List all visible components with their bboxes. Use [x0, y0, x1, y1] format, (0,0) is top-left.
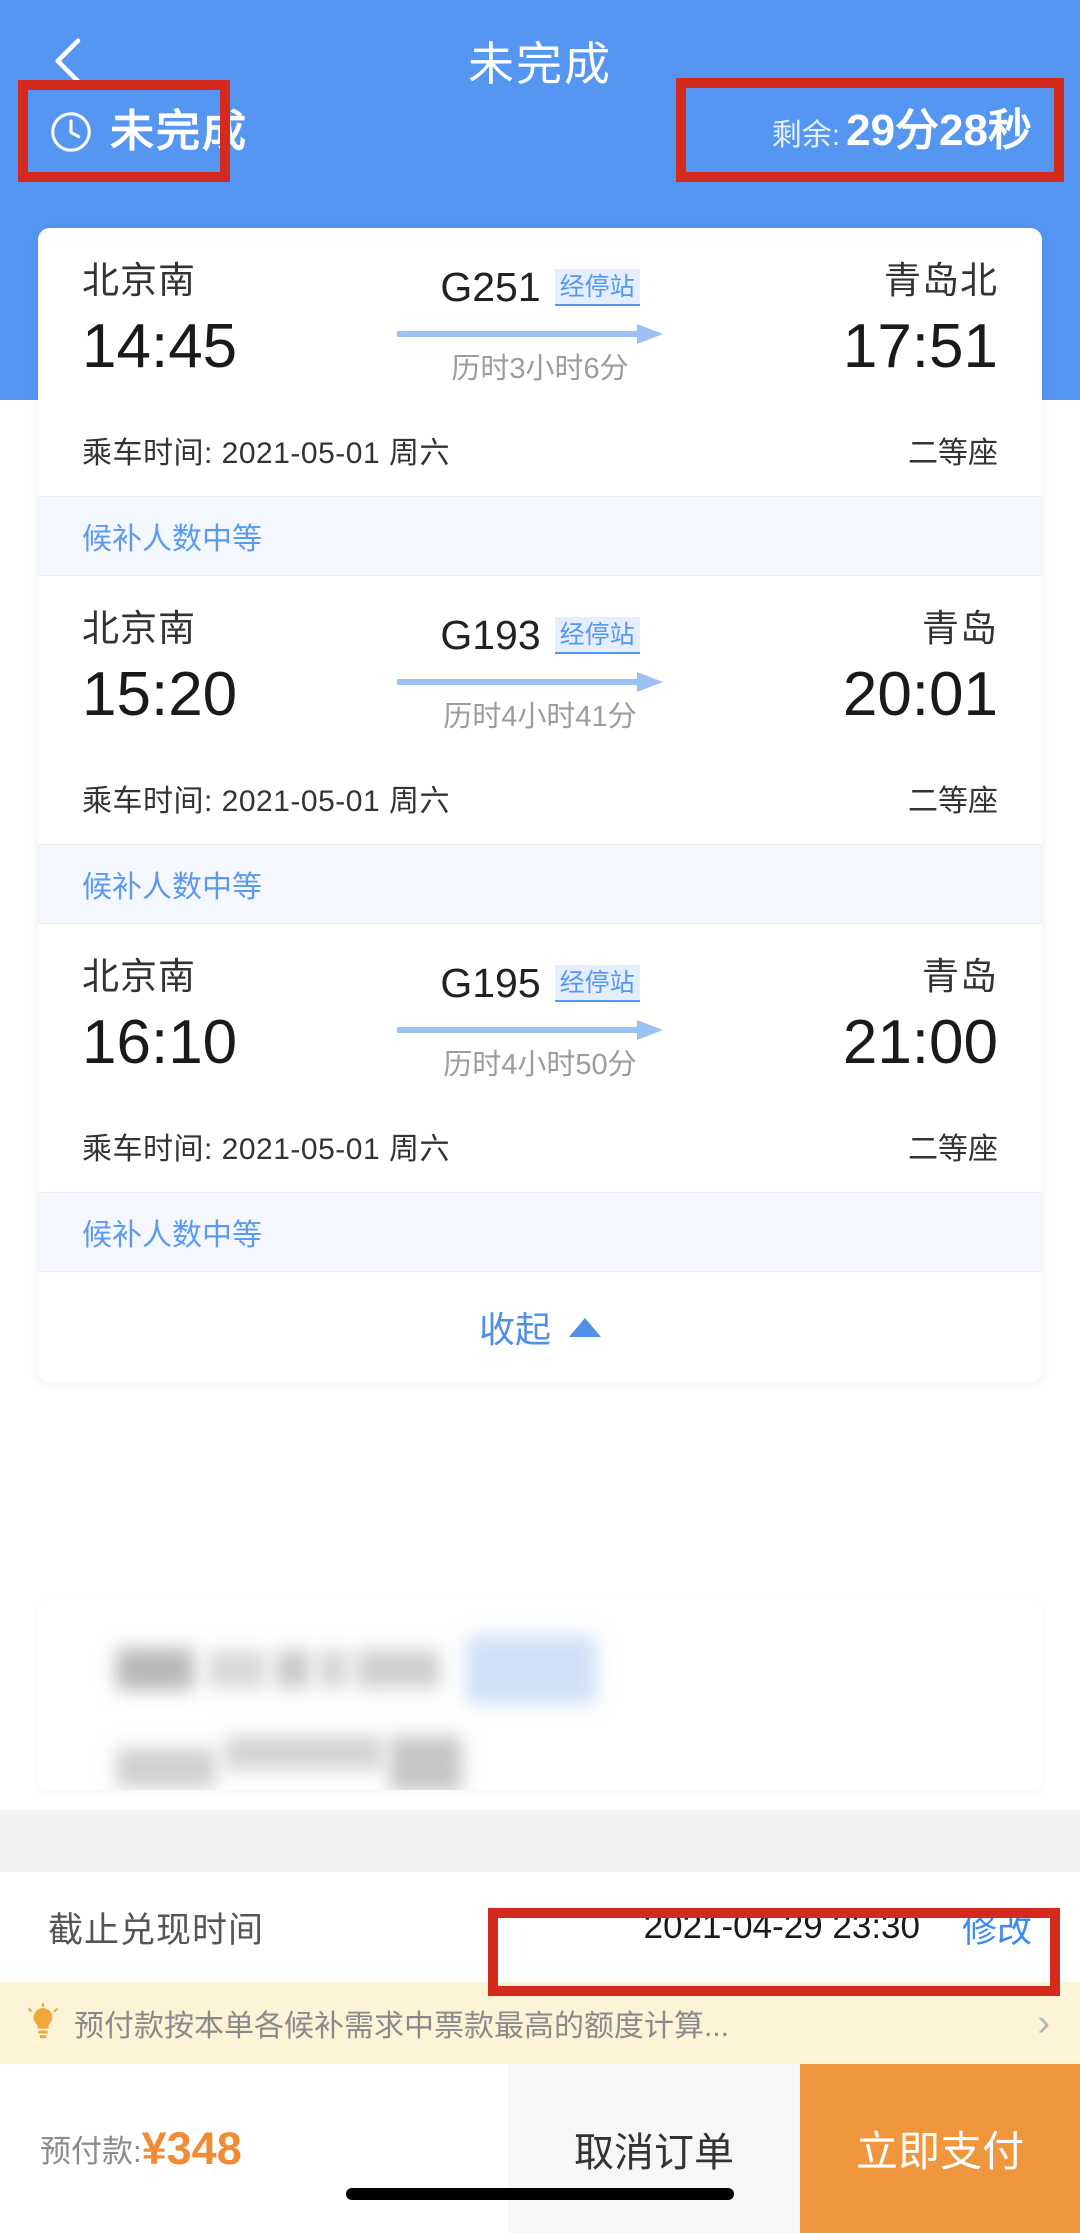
seat-class: 二等座	[908, 437, 998, 470]
duration-label: 历时4小时41分	[443, 701, 637, 733]
waitlist-label: 候补人数中等	[82, 1219, 262, 1252]
to-station: 青岛	[922, 608, 998, 649]
train-code: G251	[440, 264, 541, 310]
journey-info: G251 经停站 历时3小时6分	[375, 258, 705, 388]
caret-up-icon	[569, 1317, 601, 1337]
collapse-button[interactable]: 收起	[38, 1272, 1042, 1382]
arrive-time: 20:01	[842, 660, 998, 729]
section-divider	[0, 1810, 1080, 1872]
arrive-time: 21:00	[842, 1008, 998, 1077]
departure-info: 北京南 16:10	[82, 954, 352, 1080]
seat-class: 二等座	[908, 785, 998, 818]
arrival-info: 青岛 21:00	[728, 954, 998, 1080]
prepayment-amount: ¥348	[141, 2122, 242, 2174]
direction-arrow-icon	[375, 672, 705, 692]
remaining-time: 剩余: 29分28秒	[772, 106, 1032, 161]
departure-info: 北京南 15:20	[82, 606, 352, 732]
waitlist-band: 候补人数中等	[38, 1192, 1042, 1272]
redacted-badge-block	[466, 1636, 596, 1704]
chevron-right-icon[interactable]: ›	[1037, 2004, 1050, 2042]
train-row[interactable]: 北京南 16:10 G195 经停站 历时4小时50分 青岛 21:00 乘车时…	[38, 924, 1042, 1272]
waitlist-band: 候补人数中等	[38, 844, 1042, 924]
departure-info: 北京南 14:45	[82, 258, 352, 384]
depart-time: 15:20	[82, 660, 238, 729]
waitlist-label: 候补人数中等	[82, 523, 262, 556]
remaining-time-value: 29分28秒	[846, 106, 1032, 155]
deadline-row: 截止兑现时间 2021-04-29 23:30 修改	[0, 1872, 1080, 1982]
deadline-right-group: 2021-04-29 23:30 修改	[644, 1902, 1032, 1953]
journey-info: G195 经停站 历时4小时50分	[375, 954, 705, 1084]
prepayment-tip-bar[interactable]: 预付款按本单各候补需求中票款最高的额度计算... ›	[0, 1982, 1080, 2064]
seat-class: 二等座	[908, 1133, 998, 1166]
train-code-row: G195 经停站	[375, 958, 705, 1008]
redacted-text-block	[116, 1748, 216, 1788]
cancel-order-button[interactable]: 取消订单	[508, 2064, 800, 2233]
pay-now-button[interactable]: 立即支付	[800, 2064, 1080, 2233]
train-code: G195	[440, 960, 541, 1006]
travel-date: 乘车时间: 2021-05-01 周六	[82, 437, 450, 470]
train-meta: 乘车时间: 2021-05-01 周六 二等座	[38, 752, 1042, 844]
direction-arrow-icon	[375, 324, 705, 344]
train-summary: 北京南 14:45 G251 经停站 历时3小时6分 青岛北 17:51	[38, 228, 1042, 404]
redacted-text-block	[390, 1736, 462, 1790]
order-status-badge[interactable]: 未完成	[48, 108, 248, 156]
from-station: 北京南	[82, 260, 196, 301]
arrive-time: 17:51	[842, 312, 998, 381]
collapse-label: 收起	[478, 1309, 551, 1350]
bottom-action-bar: 预付款: ¥348 取消订单 立即支付	[0, 2064, 1080, 2233]
deadline-value: 2021-04-29 23:30	[643, 1907, 920, 1946]
depart-time: 16:10	[82, 1008, 238, 1077]
order-status-label: 未完成	[110, 107, 248, 156]
train-code: G193	[440, 612, 541, 658]
to-station: 青岛北	[884, 260, 998, 301]
from-station: 北京南	[82, 956, 196, 997]
redacted-text-block	[318, 1650, 348, 1688]
train-row[interactable]: 北京南 14:45 G251 经停站 历时3小时6分 青岛北 17:51 乘车时…	[38, 228, 1042, 576]
deadline-label: 截止兑现时间	[48, 1910, 265, 1950]
redacted-text-block	[276, 1650, 310, 1688]
train-summary: 北京南 15:20 G193 经停站 历时4小时41分 青岛 20:01	[38, 576, 1042, 752]
train-meta: 乘车时间: 2021-05-01 周六 二等座	[38, 1100, 1042, 1192]
duration-label: 历时3小时6分	[451, 353, 629, 385]
train-summary: 北京南 16:10 G195 经停站 历时4小时50分 青岛 21:00	[38, 924, 1042, 1100]
stops-link[interactable]: 经停站	[554, 616, 640, 654]
train-code-row: G193 经停站	[375, 610, 705, 660]
travel-date: 乘车时间: 2021-05-01 周六	[82, 785, 450, 818]
redacted-text-block	[116, 1648, 194, 1690]
page-root: 未完成 未完成 剩余: 29分28秒 北京南 14:45 G251 经停站 历时…	[0, 0, 1080, 2233]
redacted-text-block	[224, 1736, 384, 1770]
arrival-info: 青岛北 17:51	[728, 258, 998, 384]
waitlist-band: 候补人数中等	[38, 496, 1042, 576]
direction-arrow-icon	[375, 1020, 705, 1040]
waitlist-label: 候补人数中等	[82, 871, 262, 904]
redacted-text-block	[208, 1650, 266, 1688]
travel-date: 乘车时间: 2021-05-01 周六	[82, 1133, 450, 1166]
prepayment-label: 预付款:	[40, 2134, 142, 2169]
train-row[interactable]: 北京南 15:20 G193 经停站 历时4小时41分 青岛 20:01 乘车时…	[38, 576, 1042, 924]
home-indicator	[346, 2188, 734, 2200]
train-code-row: G251 经停站	[375, 262, 705, 312]
tip-text: 预付款按本单各候补需求中票款最高的额度计算...	[74, 2010, 730, 2043]
journey-info: G193 经停站 历时4小时41分	[375, 606, 705, 736]
prepayment-summary: 预付款: ¥348	[0, 2064, 508, 2233]
edit-deadline-button[interactable]: 修改	[962, 1902, 1032, 1953]
to-station: 青岛	[922, 956, 998, 997]
clock-icon	[51, 112, 91, 152]
stops-link[interactable]: 经停站	[554, 964, 640, 1002]
from-station: 北京南	[82, 608, 196, 649]
page-title: 未完成	[468, 38, 612, 90]
depart-time: 14:45	[82, 312, 238, 381]
passenger-card-redacted	[38, 1600, 1042, 1790]
remaining-time-label: 剩余:	[771, 119, 841, 152]
train-meta: 乘车时间: 2021-05-01 周六 二等座	[38, 404, 1042, 496]
stops-link[interactable]: 经停站	[554, 268, 640, 306]
redacted-text-block	[356, 1650, 440, 1688]
lightbulb-icon	[28, 2003, 58, 2039]
train-list-card: 北京南 14:45 G251 经停站 历时3小时6分 青岛北 17:51 乘车时…	[38, 228, 1042, 1382]
arrival-info: 青岛 20:01	[728, 606, 998, 732]
duration-label: 历时4小时50分	[443, 1049, 637, 1081]
